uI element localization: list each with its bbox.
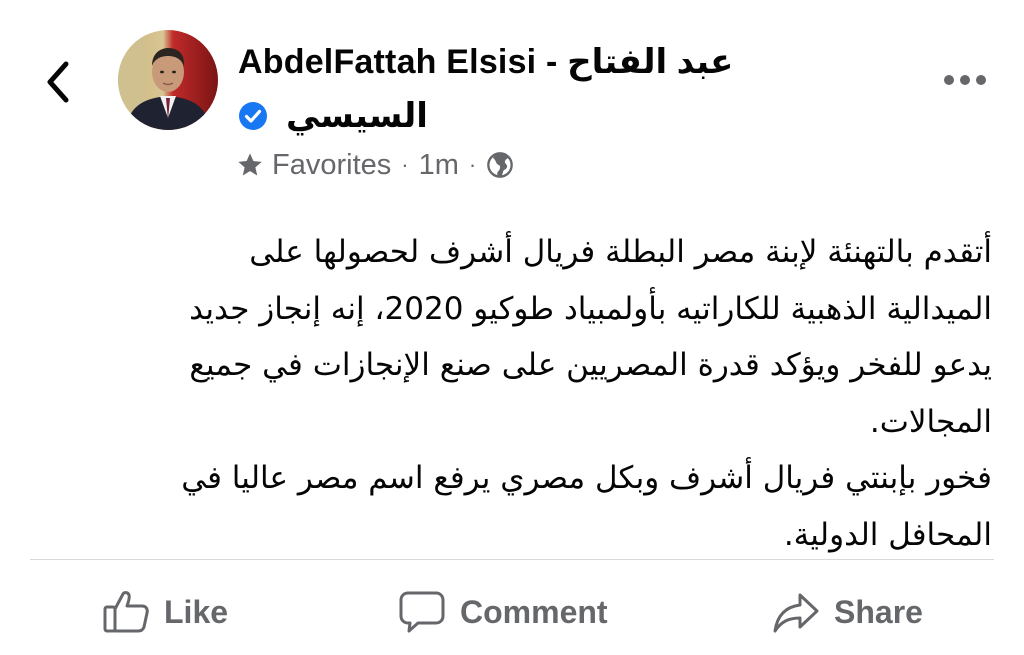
post-meta: Favorites · 1m ·	[236, 146, 514, 184]
back-button[interactable]	[38, 52, 78, 112]
post-body: أتقدم بالتهنئة لإبنة مصر البطلة فريال أش…	[32, 224, 992, 563]
more-options-button[interactable]	[936, 60, 994, 100]
comment-button[interactable]: Comment	[398, 580, 608, 644]
divider	[30, 559, 994, 560]
comment-bubble-icon	[398, 589, 446, 635]
post-card: AbdelFattah Elsisi - عبد الفتاح السيسي F…	[0, 0, 1024, 655]
post-text-line: المحافل الدولية.	[783, 516, 992, 553]
share-label: Share	[834, 593, 923, 630]
avatar[interactable]	[118, 30, 218, 130]
thumbs-up-icon	[102, 589, 150, 635]
comment-label: Comment	[460, 593, 608, 630]
favorites-label[interactable]: Favorites	[272, 149, 391, 182]
share-arrow-icon	[772, 589, 820, 635]
post-text-line: أتقدم بالتهنئة لإبنة مصر البطلة فريال أش…	[249, 234, 992, 270]
profile-photo	[118, 30, 218, 130]
star-icon	[236, 151, 264, 179]
meta-separator: ·	[468, 152, 477, 177]
more-dots-icon	[944, 75, 986, 85]
post-time[interactable]: 1m	[419, 149, 459, 182]
author-name[interactable]: AbdelFattah Elsisi - عبد الفتاح	[238, 42, 733, 82]
author-name-arabic[interactable]: السيسي	[286, 96, 428, 136]
post-text-line: يدعو للفخر ويؤكد قدرة المصريين على صنع ا…	[189, 347, 992, 383]
post-text-line: فخور بإبنتي فريال أشرف وبكل مصري يرفع اس…	[181, 460, 992, 496]
share-button[interactable]: Share	[772, 580, 923, 644]
meta-separator: ·	[401, 152, 409, 177]
like-button[interactable]: Like	[102, 580, 228, 644]
post-text-line: المجالات.	[869, 403, 992, 440]
action-bar: Like Comment Share	[0, 580, 1024, 644]
globe-icon	[486, 151, 514, 179]
post-text-line: الميدالية الذهبية للكاراتيه بأولمبياد طو…	[189, 290, 992, 327]
chevron-left-icon	[47, 61, 69, 103]
verified-badge-icon	[238, 101, 268, 131]
like-label: Like	[164, 593, 229, 630]
author-name-continued: السيسي	[238, 94, 428, 138]
